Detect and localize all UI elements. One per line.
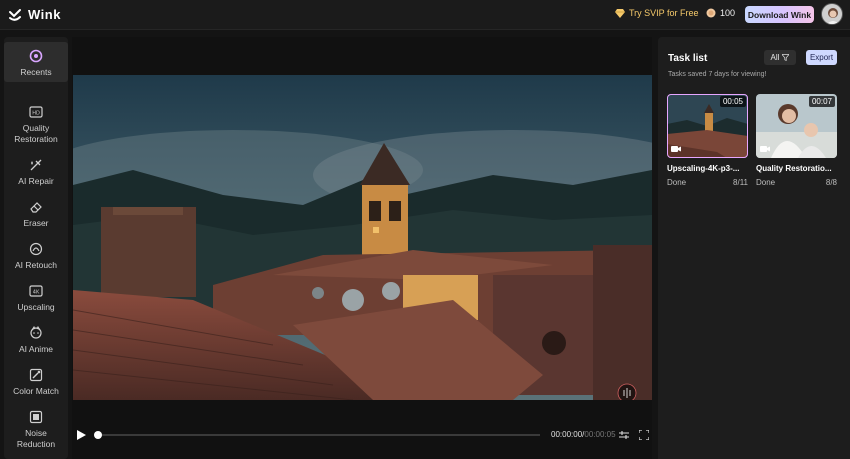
task-thumbnail: 00:07 bbox=[756, 94, 837, 158]
task-progress: 8/8 bbox=[825, 178, 837, 187]
sidebar-item-label: Eraser bbox=[23, 218, 49, 228]
video-preview[interactable] bbox=[73, 75, 652, 400]
retouch-icon bbox=[29, 242, 43, 256]
try-svip-label: Try SVIP for Free bbox=[629, 8, 699, 18]
anime-icon bbox=[30, 326, 42, 339]
top-bar: Wink Try SVIP for Free 100 Download Wink bbox=[0, 0, 850, 30]
ai-repair-icon bbox=[30, 159, 42, 171]
video-frame bbox=[73, 75, 652, 400]
download-wink-button[interactable]: Download Wink bbox=[745, 6, 814, 23]
task-status: Done bbox=[667, 178, 687, 187]
current-time: 00:00:00 bbox=[551, 430, 583, 439]
task-thumbnail: 00:05 bbox=[667, 94, 748, 158]
sidebar-item-quality-restoration[interactable]: HD Quality Restoration bbox=[4, 105, 68, 145]
credits-value: 100 bbox=[720, 8, 736, 18]
filter-label: All bbox=[770, 53, 780, 62]
task-list-subtitle: Tasks saved 7 days for viewing! bbox=[668, 71, 767, 78]
svg-text:4K: 4K bbox=[33, 290, 40, 296]
sidebar-item-ai-anime[interactable]: AI Anime bbox=[4, 326, 68, 355]
coin-icon bbox=[706, 8, 716, 18]
task-name: Quality Restoratio... bbox=[756, 164, 832, 173]
svg-text:HD: HD bbox=[32, 111, 40, 117]
sidebar-item-label: Color Match bbox=[13, 386, 59, 396]
compare-toggle-icon[interactable] bbox=[619, 430, 629, 440]
avatar-image bbox=[822, 4, 842, 24]
video-icon bbox=[671, 146, 681, 152]
wink-logo-icon bbox=[9, 8, 21, 21]
play-icon[interactable] bbox=[77, 430, 86, 440]
task-card[interactable]: 00:05 Upscaling-4K-p3-... Done 8/11 bbox=[667, 94, 748, 187]
seek-handle[interactable] bbox=[94, 431, 102, 439]
sidebar-item-upscaling[interactable]: 4K Upscaling bbox=[4, 284, 68, 313]
time-display: 00:00:00/00:00:05 bbox=[551, 430, 616, 439]
preview-area: 00:00:00/00:00:05 bbox=[72, 37, 652, 459]
sidebar-item-ai-retouch[interactable]: AI Retouch bbox=[4, 242, 68, 271]
sidebar-item-ai-repair[interactable]: AI Repair bbox=[4, 158, 68, 187]
tool-sidebar: Recents HD Quality Restoration AI Repair… bbox=[4, 37, 68, 459]
filter-dropdown[interactable]: All bbox=[764, 50, 796, 65]
credits-counter[interactable]: 100 bbox=[706, 8, 735, 18]
task-list-panel: Task list Tasks saved 7 days for viewing… bbox=[658, 37, 850, 459]
sidebar-item-label: AI Repair bbox=[18, 176, 54, 186]
duration-badge: 00:05 bbox=[719, 96, 746, 107]
duration-badge: 00:07 bbox=[808, 96, 835, 107]
player-controls: 00:00:00/00:00:05 bbox=[72, 425, 652, 445]
task-status: Done bbox=[756, 178, 776, 187]
sidebar-item-label: AI Anime bbox=[18, 344, 54, 354]
task-list-title: Task list bbox=[668, 53, 708, 64]
task-progress: 8/11 bbox=[733, 178, 748, 187]
hd-icon: HD bbox=[29, 106, 43, 118]
sidebar-item-label: Noise Reduction bbox=[16, 428, 56, 449]
sidebar-item-label: AI Retouch bbox=[14, 260, 58, 270]
diamond-icon bbox=[615, 8, 625, 18]
filter-icon bbox=[782, 54, 790, 61]
task-card[interactable]: 00:07 Quality Restoratio... Done 8/8 bbox=[756, 94, 837, 187]
video-icon bbox=[760, 146, 770, 152]
sidebar-item-recents[interactable]: Recents bbox=[4, 42, 68, 82]
sidebar-item-label: Recents bbox=[20, 67, 52, 77]
app-logo[interactable]: Wink bbox=[8, 7, 61, 22]
sidebar-item-eraser[interactable]: Eraser bbox=[4, 200, 68, 229]
export-button[interactable]: Export bbox=[806, 50, 837, 65]
total-duration: 00:00:05 bbox=[584, 430, 616, 439]
color-match-icon bbox=[29, 368, 43, 382]
eraser-icon bbox=[30, 202, 42, 213]
seek-bar[interactable] bbox=[98, 434, 540, 436]
sidebar-item-noise-reduction[interactable]: Noise Reduction bbox=[4, 410, 68, 450]
user-avatar[interactable] bbox=[821, 3, 843, 25]
4k-icon: 4K bbox=[29, 285, 43, 297]
app-name: Wink bbox=[28, 7, 61, 22]
sidebar-item-label: Quality Restoration bbox=[14, 123, 58, 144]
task-name: Upscaling-4K-p3-... bbox=[667, 164, 740, 173]
task-meta: Done 8/8 bbox=[756, 178, 837, 187]
sidebar-item-color-match[interactable]: Color Match bbox=[4, 368, 68, 397]
recents-icon bbox=[29, 49, 43, 63]
task-meta: Done 8/11 bbox=[667, 178, 748, 187]
try-svip-link[interactable]: Try SVIP for Free bbox=[615, 8, 699, 18]
noise-icon bbox=[29, 410, 43, 424]
sidebar-item-label: Upscaling bbox=[17, 302, 55, 312]
fullscreen-icon[interactable] bbox=[639, 430, 649, 440]
